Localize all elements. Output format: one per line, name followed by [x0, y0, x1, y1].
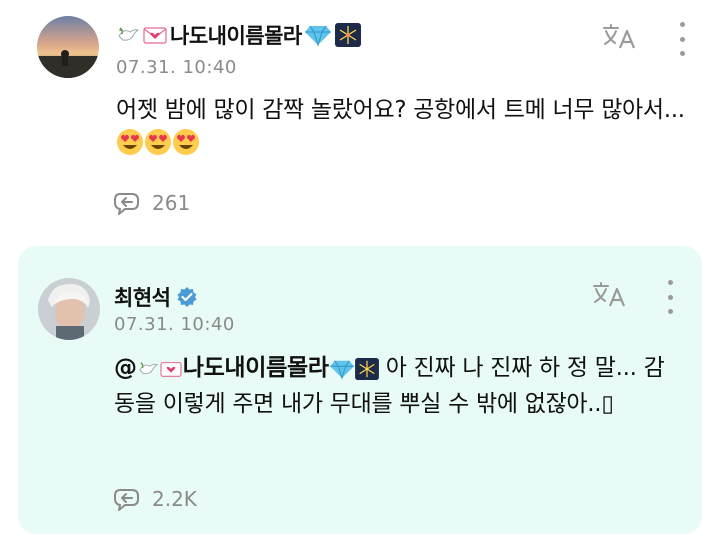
more-options-button[interactable]	[660, 280, 680, 314]
author-name[interactable]: 최현석	[114, 282, 171, 312]
post-card[interactable]: 나도내이름몰라 07.31. 10:40 어젯 밤에 많이 감짝 놀랐어요? 공…	[0, 0, 720, 240]
heart-eyes-emoji-icon	[116, 128, 144, 167]
avatar[interactable]	[38, 278, 100, 340]
post-body-line1: 아 진짜 나 진짜 하 정	[385, 355, 588, 381]
author-name-row[interactable]: 나도내이름몰라	[116, 20, 361, 50]
more-vertical-icon	[679, 22, 685, 27]
love-letter-icon	[142, 24, 168, 46]
timestamp: 07.31. 10:40	[116, 57, 237, 78]
author-name-row[interactable]: 최현석	[114, 282, 198, 312]
translate-button[interactable]	[590, 280, 628, 310]
author-name[interactable]: 나도내이름몰라	[170, 20, 302, 50]
dove-icon	[137, 359, 159, 379]
reply-count: 2.2K	[152, 487, 197, 511]
gem-icon	[304, 23, 332, 47]
unknown-glyph: ▯	[601, 391, 614, 417]
avatar[interactable]	[37, 16, 99, 78]
gem-icon	[329, 358, 355, 380]
reply-post-card[interactable]: 최현석 07.31. 10:40 @ 나도내이름몰라 아 진짜 나 진짜 하 정…	[18, 246, 702, 534]
reply-button[interactable]: 261	[110, 188, 190, 218]
translate-icon	[593, 282, 626, 307]
translate-icon	[603, 24, 636, 49]
reply-bubble-icon	[114, 489, 139, 511]
fireworks-icon	[334, 23, 361, 47]
heart-eyes-emoji-icon	[144, 128, 172, 167]
fireworks-icon	[354, 357, 379, 380]
post-body: 어젯 밤에 많이 감짝 놀랐어요? 공항에서 트메 너무 많아서...	[116, 97, 685, 123]
more-options-button[interactable]	[672, 22, 692, 56]
more-vertical-icon	[667, 280, 673, 285]
reply-count: 261	[152, 191, 191, 215]
translate-button[interactable]	[600, 22, 638, 52]
reply-button[interactable]: 2.2K	[110, 484, 197, 514]
reply-bubble-icon	[114, 193, 139, 215]
love-letter-icon	[159, 359, 183, 379]
post-text: @ 나도내이름몰라 아 진짜 나 진짜 하 정 말... 감동을 이렇게 주면 …	[114, 350, 674, 422]
dove-icon	[116, 24, 140, 46]
mention-link[interactable]: @ 나도내이름몰라	[114, 355, 379, 381]
mention-name[interactable]: 나도내이름몰라	[183, 355, 329, 381]
heart-eyes-emoji-icon	[172, 128, 200, 167]
post-text: 어젯 밤에 많이 감짝 놀랐어요? 공항에서 트메 너무 많아서...	[116, 92, 686, 167]
verified-badge-icon	[176, 286, 198, 308]
timestamp: 07.31. 10:40	[114, 314, 235, 335]
